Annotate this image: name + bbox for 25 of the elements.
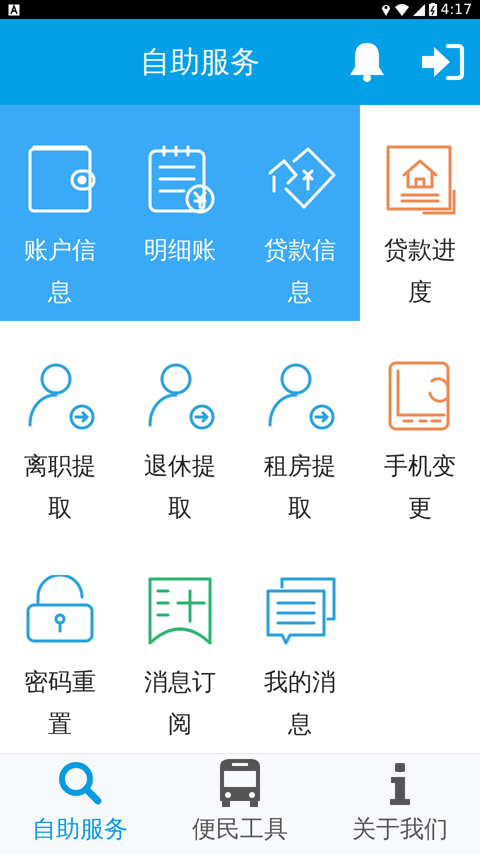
tile-label: 手机变更: [383, 451, 457, 524]
tile-label: 贷款进度: [383, 235, 457, 308]
nav-tab[interactable]: 便民工具: [160, 754, 320, 854]
wifi-icon: [394, 4, 409, 16]
tile-label: 密码重置: [23, 667, 97, 740]
page-title: 自助服务: [140, 44, 261, 82]
tile-label: 离职提取: [23, 451, 97, 524]
tile-label: 租房提取: [263, 451, 337, 524]
bell-icon: [348, 41, 386, 84]
house-document-icon: [384, 143, 456, 215]
tile-label: 退休提取: [143, 451, 217, 524]
notification-icon: [8, 4, 20, 16]
tile-label: 我的消息: [263, 667, 337, 740]
nav-tab[interactable]: 关于我们: [320, 754, 480, 854]
search-icon: [56, 759, 104, 807]
clock-time: 4:17: [440, 2, 472, 17]
chat-bubbles-icon: [264, 575, 336, 647]
tile-label: 消息订阅: [143, 667, 217, 740]
battery-icon: [428, 3, 437, 16]
tile-label: 贷款信息: [263, 235, 337, 308]
location-icon: [380, 3, 391, 16]
signal-icon: [412, 4, 425, 16]
tile-label: 明细账: [143, 235, 217, 266]
tile-label: 账户信息: [23, 235, 97, 308]
sign-out-icon: [420, 43, 464, 82]
